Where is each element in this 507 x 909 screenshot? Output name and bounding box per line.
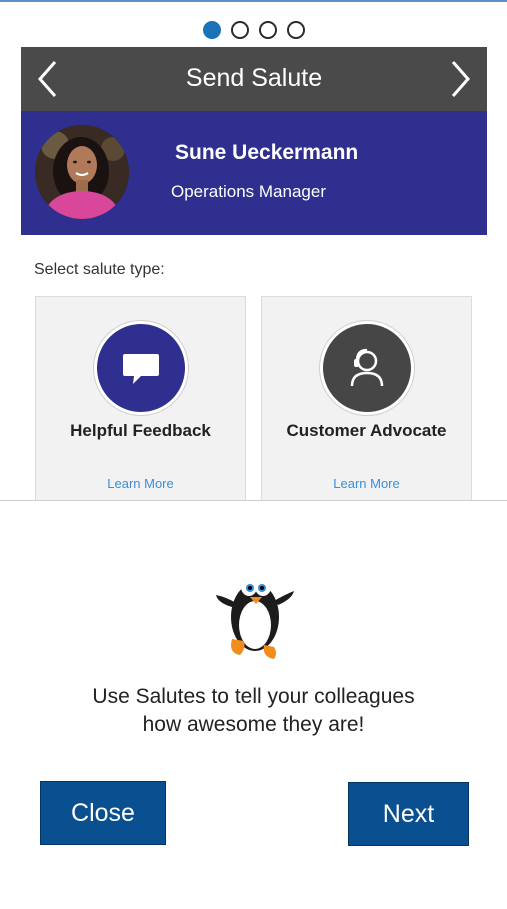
profile-role: Operations Manager bbox=[171, 182, 326, 201]
intro-panel: Use Salutes to tell your colleagues how … bbox=[0, 500, 507, 909]
learn-more-link[interactable]: Learn More bbox=[36, 476, 245, 491]
header-bar: Send Salute bbox=[21, 47, 487, 111]
pagination-dot-2[interactable] bbox=[230, 21, 249, 39]
penguin-icon bbox=[214, 561, 296, 661]
close-button[interactable]: Close bbox=[40, 781, 166, 845]
select-salute-label: Select salute type: bbox=[34, 261, 165, 278]
avatar bbox=[35, 125, 129, 219]
pagination-dot-3[interactable] bbox=[258, 21, 277, 39]
next-button[interactable]: Next bbox=[348, 782, 469, 846]
salute-card-helpful-feedback[interactable]: Helpful Feedback Learn More bbox=[35, 296, 246, 506]
salute-card-customer-advocate[interactable]: Customer Advocate Learn More bbox=[261, 296, 472, 506]
profile-banner: Sune Ueckermann Operations Manager bbox=[21, 111, 487, 235]
intro-message-line-2: how awesome they are! bbox=[142, 713, 365, 736]
speech-bubble-icon bbox=[94, 321, 188, 415]
chevron-right-icon[interactable] bbox=[443, 57, 477, 101]
profile-name: Sune Ueckermann bbox=[175, 141, 359, 164]
intro-message: Use Salutes to tell your colleagues how … bbox=[0, 683, 507, 739]
salute-card-title: Helpful Feedback bbox=[70, 421, 211, 440]
salute-card-title: Customer Advocate bbox=[286, 421, 447, 440]
learn-more-link[interactable]: Learn More bbox=[262, 476, 471, 491]
pagination-dots bbox=[0, 19, 507, 43]
pagination-dot-4[interactable] bbox=[286, 21, 305, 39]
intro-message-line-1: Use Salutes to tell your colleagues bbox=[92, 685, 415, 708]
user-headset-icon bbox=[320, 321, 414, 415]
pagination-dot-1[interactable] bbox=[202, 21, 221, 39]
page-title: Send Salute bbox=[185, 64, 323, 92]
top-divider bbox=[0, 0, 507, 2]
